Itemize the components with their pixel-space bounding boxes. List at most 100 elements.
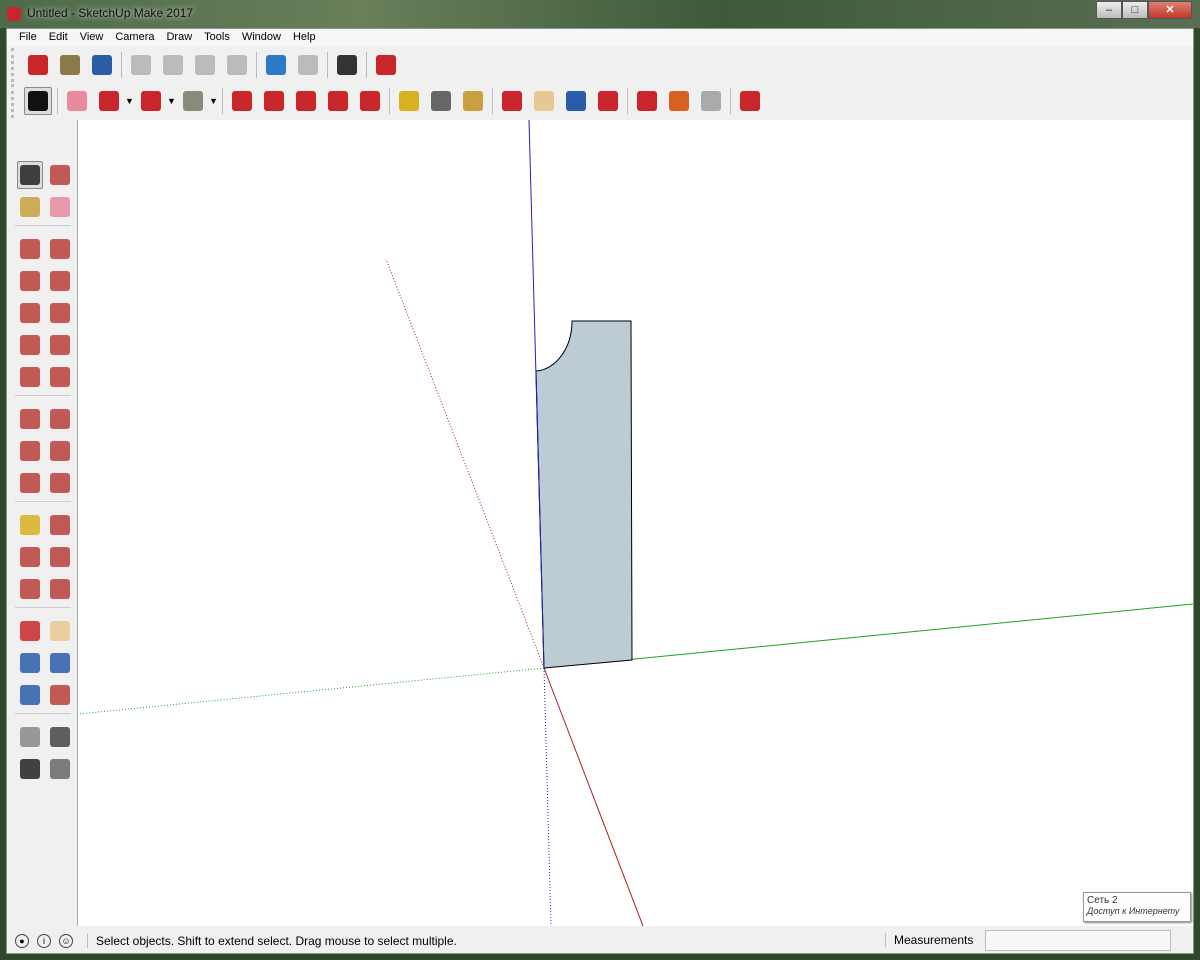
open-icon — [60, 55, 80, 75]
tape-measure-icon — [20, 515, 40, 535]
measurements-input[interactable] — [985, 930, 1171, 951]
undo-button[interactable] — [262, 51, 290, 79]
zoom-extents-button[interactable] — [594, 87, 622, 115]
circle-tool-button[interactable] — [17, 299, 43, 327]
extension-button[interactable] — [665, 87, 693, 115]
maximize-button[interactable]: □ — [1122, 1, 1148, 19]
arc-button[interactable] — [137, 87, 165, 115]
select-button[interactable] — [24, 87, 52, 115]
look-around-tool-button[interactable] — [47, 723, 73, 751]
pencil-button[interactable] — [95, 87, 123, 115]
text-tool-button[interactable] — [47, 543, 73, 571]
three-point-arc-tool-button[interactable] — [17, 363, 43, 391]
menu-window[interactable]: Window — [236, 29, 287, 47]
dropdown-arrow-icon[interactable]: ▼ — [209, 96, 219, 106]
account-icon[interactable]: ☺ — [59, 934, 73, 948]
palette-separator — [15, 501, 71, 507]
move-button[interactable] — [292, 87, 320, 115]
zoom-button[interactable] — [562, 87, 590, 115]
credits-icon[interactable]: i — [37, 934, 51, 948]
rotated-rectangle-tool-button[interactable] — [47, 267, 73, 295]
text-icon — [431, 91, 451, 111]
walk-tool-button[interactable] — [17, 755, 43, 783]
paste-button[interactable] — [191, 51, 219, 79]
rectangle-button[interactable] — [179, 87, 207, 115]
palette-row — [11, 647, 75, 679]
menu-tools[interactable]: Tools — [198, 29, 236, 47]
zoom-extents-tool-button[interactable] — [17, 681, 43, 709]
print-button[interactable] — [333, 51, 361, 79]
eraser-tool-button[interactable] — [47, 193, 73, 221]
cut-button[interactable] — [127, 51, 155, 79]
tape-measure-button[interactable] — [395, 87, 423, 115]
open-button[interactable] — [56, 51, 84, 79]
rectangle-tool-button[interactable] — [17, 267, 43, 295]
select-tool-button[interactable] — [17, 161, 44, 189]
section-plane-tool-button[interactable] — [47, 755, 73, 783]
previous-view-icon — [50, 685, 70, 705]
rotate-tool-button[interactable] — [17, 437, 43, 465]
make-component-tool-button[interactable] — [47, 161, 73, 189]
menu-edit[interactable]: Edit — [43, 29, 74, 47]
copy-button[interactable] — [159, 51, 187, 79]
model-info-button[interactable] — [372, 51, 400, 79]
dropdown-arrow-icon[interactable]: ▼ — [125, 96, 135, 106]
eraser-button[interactable] — [63, 87, 91, 115]
orbit-tool-button[interactable] — [17, 617, 43, 645]
warehouse-button[interactable] — [633, 87, 661, 115]
3d-text-tool-button[interactable] — [47, 575, 73, 603]
zoom-extents-icon — [20, 685, 40, 705]
pan-tool-button[interactable] — [47, 617, 73, 645]
pan-button[interactable] — [530, 87, 558, 115]
text-button[interactable] — [427, 87, 455, 115]
rotate-icon — [20, 441, 40, 461]
redo-button[interactable] — [294, 51, 322, 79]
menu-help[interactable]: Help — [287, 29, 322, 47]
pie-tool-button[interactable] — [47, 363, 73, 391]
ruby-button[interactable] — [736, 87, 764, 115]
drawing-viewport[interactable] — [77, 120, 1194, 926]
move-tool-button[interactable] — [17, 405, 43, 433]
minimize-button[interactable]: – — [1096, 1, 1122, 19]
scale-icon — [20, 473, 40, 493]
erase-button[interactable] — [223, 51, 251, 79]
save-button[interactable] — [88, 51, 116, 79]
protractor-tool-button[interactable] — [17, 543, 43, 571]
green-axis-negative — [78, 667, 545, 715]
dropdown-arrow-icon[interactable]: ▼ — [167, 96, 177, 106]
palette-separator — [15, 395, 71, 401]
axes-tool-button[interactable] — [17, 575, 43, 603]
polygon-tool-button[interactable] — [47, 299, 73, 327]
tape-measure-tool-button[interactable] — [17, 511, 43, 539]
push-pull-tool-button[interactable] — [47, 405, 73, 433]
paint-bucket-button[interactable] — [459, 87, 487, 115]
dimension-tool-button[interactable] — [47, 511, 73, 539]
scale-tool-button[interactable] — [17, 469, 43, 497]
zoom-window-tool-button[interactable] — [47, 649, 73, 677]
menu-view[interactable]: View — [74, 29, 110, 47]
paint-bucket-tool-button[interactable] — [17, 193, 43, 221]
pencil-tool-button[interactable] — [17, 235, 43, 263]
push-pull-button[interactable] — [228, 87, 256, 115]
close-button[interactable]: ✕ — [1148, 1, 1192, 19]
follow-me-tool-button[interactable] — [47, 437, 73, 465]
zoom-tool-button[interactable] — [17, 649, 43, 677]
arc-tool-button[interactable] — [17, 331, 43, 359]
menu-file[interactable]: File — [13, 29, 43, 47]
previous-view-tool-button[interactable] — [47, 681, 73, 709]
rotate-button[interactable] — [324, 87, 352, 115]
position-camera-tool-button[interactable] — [17, 723, 43, 751]
geolocation-icon[interactable]: ● — [15, 934, 29, 948]
freehand-tool-button[interactable] — [47, 235, 73, 263]
rotate-icon — [328, 91, 348, 111]
menu-camera[interactable]: Camera — [109, 29, 160, 47]
face-shape[interactable] — [535, 320, 633, 669]
new-button[interactable] — [24, 51, 52, 79]
orbit-button[interactable] — [498, 87, 526, 115]
share-model-button[interactable] — [697, 87, 725, 115]
follow-me-button[interactable] — [260, 87, 288, 115]
offset-tool-button[interactable] — [47, 469, 73, 497]
scale-button[interactable] — [356, 87, 384, 115]
menu-draw[interactable]: Draw — [160, 29, 198, 47]
two-point-arc-tool-button[interactable] — [47, 331, 73, 359]
